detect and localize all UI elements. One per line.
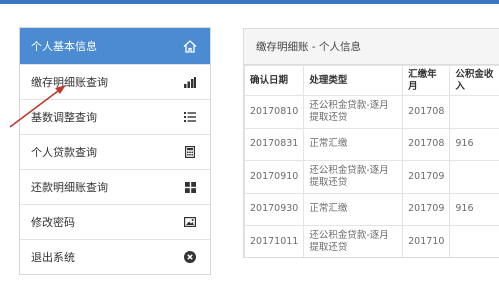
close-circle-icon — [182, 249, 198, 265]
sidebar-item-personal-loan[interactable]: 个人贷款查询 — [20, 134, 210, 169]
table-row: 20170810 还公积金贷款-逐月提取还贷 201708 — [244, 95, 499, 129]
table-cell: 20170810 — [244, 95, 305, 129]
sidebar-item-personal-info[interactable]: 个人基本信息 — [20, 28, 210, 64]
sidebar-item-label: 基数调整查询 — [31, 111, 97, 124]
calculator-icon — [182, 144, 198, 160]
list-icon — [182, 109, 198, 125]
sidebar-item-base-adjustment[interactable]: 基数调整查询 — [20, 99, 210, 134]
table-cell: 201708 — [402, 95, 451, 129]
sidebar-item-label: 还款明细账查询 — [31, 181, 108, 194]
table-cell: 还公积金贷款-逐月提取还贷 — [303, 95, 404, 129]
sidebar-item-label: 缴存明细账查询 — [31, 76, 108, 89]
column-header: 公积金收入 — [449, 65, 499, 96]
image-icon — [182, 214, 198, 230]
table-row: 20171011 还公积金贷款-逐月提取还贷 201710 — [244, 225, 499, 257]
grid-icon — [182, 179, 198, 195]
table-cell: 201709 — [402, 160, 451, 194]
sidebar-item-label: 修改密码 — [31, 216, 75, 229]
sidebar-item-label: 退出系统 — [31, 251, 75, 264]
table-cell: 201709 — [402, 192, 451, 226]
table-row: 20170930 正常汇缴 201709 916 — [244, 192, 499, 226]
table-cell: 201710 — [402, 225, 451, 257]
table-cell: 201708 — [402, 127, 451, 161]
table-cell — [449, 160, 499, 194]
sidebar-item-repayment-detail[interactable]: 还款明细账查询 — [20, 169, 210, 204]
table-cell: 916 — [449, 192, 499, 226]
table-cell — [449, 225, 499, 257]
top-accent-line — [0, 0, 499, 4]
table-cell: 正常汇缴 — [303, 127, 404, 161]
table-row: 20170831 正常汇缴 201708 916 — [244, 127, 499, 161]
table-cell: 20171011 — [244, 225, 305, 257]
table-cell — [449, 95, 499, 129]
panel-title: 缴存明细账 - 个人信息 — [244, 29, 499, 65]
sidebar-item-deposit-detail[interactable]: 缴存明细账查询 — [20, 64, 210, 99]
table-cell: 还公积金贷款-逐月提取还贷 — [303, 160, 404, 194]
sidebar-item-logout[interactable]: 退出系统 — [20, 239, 210, 274]
table-cell: 916 — [449, 127, 499, 161]
home-icon — [182, 38, 198, 54]
table-cell: 还公积金贷款-逐月提取还贷 — [303, 225, 404, 257]
table-cell: 20170910 — [244, 160, 305, 194]
table-cell: 20170930 — [244, 192, 305, 226]
table-cell: 正常汇缴 — [303, 192, 404, 226]
table-header-row: 确认日期 处理类型 汇缴年月 公积金收入 — [244, 65, 499, 96]
table-cell: 20170831 — [244, 127, 305, 161]
column-header: 汇缴年月 — [402, 65, 451, 96]
deposit-detail-table: 确认日期 处理类型 汇缴年月 公积金收入 20170810 还公积金贷款-逐月提… — [244, 65, 499, 257]
sidebar-item-label: 个人基本信息 — [31, 40, 97, 53]
table-row: 20170910 还公积金贷款-逐月提取还贷 201709 — [244, 160, 499, 194]
sidebar-item-change-password[interactable]: 修改密码 — [20, 204, 210, 239]
column-header: 处理类型 — [303, 65, 404, 96]
deposit-detail-panel: 缴存明细账 - 个人信息 确认日期 处理类型 汇缴年月 公积金收入 201708… — [243, 28, 499, 258]
sidebar-menu: 个人基本信息 缴存明细账查询 基数调整查询 个人贷款查询 还款明细账查询 修改密… — [19, 27, 211, 275]
bar-chart-icon — [182, 74, 198, 90]
column-header: 确认日期 — [244, 65, 305, 96]
sidebar-item-label: 个人贷款查询 — [31, 146, 97, 159]
